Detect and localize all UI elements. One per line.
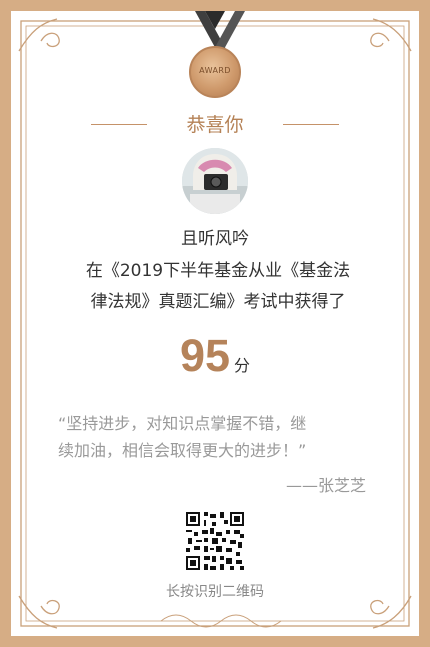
quote-author: ——张芝芝 bbox=[285, 476, 366, 495]
avatar-photo bbox=[182, 148, 248, 214]
title-row: 恭喜你 bbox=[91, 110, 339, 138]
score-value: 95 bbox=[179, 330, 231, 381]
qr-caption: 长按识别二维码 bbox=[166, 584, 264, 600]
teacher-quote: “坚持进步，对知识点掌握不错，继 续加油，相信会取得更大的进步！” bbox=[58, 410, 378, 464]
avatar bbox=[182, 148, 248, 214]
certificate-line-1: 在《2019下半年基金从业《基金法 bbox=[85, 261, 351, 281]
quote-line-1: “坚持进步，对知识点掌握不错，继 bbox=[58, 414, 307, 433]
quote-line-2: 续加油，相信会取得更大的进步！” bbox=[58, 441, 307, 460]
certificate-line-2: 律法规》真题汇编》考试中获得了 bbox=[90, 292, 346, 312]
score-block: 95 分 bbox=[0, 330, 430, 382]
qr-code-icon[interactable] bbox=[186, 512, 244, 570]
title-divider-right bbox=[283, 124, 339, 125]
award-medal-icon: AWARD bbox=[189, 46, 241, 98]
certificate-text: 在《2019下半年基金从业《基金法 律法规》真题汇编》考试中获得了 bbox=[58, 256, 378, 318]
user-name: 且听风吟 bbox=[181, 229, 249, 249]
score-unit: 分 bbox=[234, 356, 251, 375]
award-badge-text: AWARD bbox=[199, 66, 231, 75]
